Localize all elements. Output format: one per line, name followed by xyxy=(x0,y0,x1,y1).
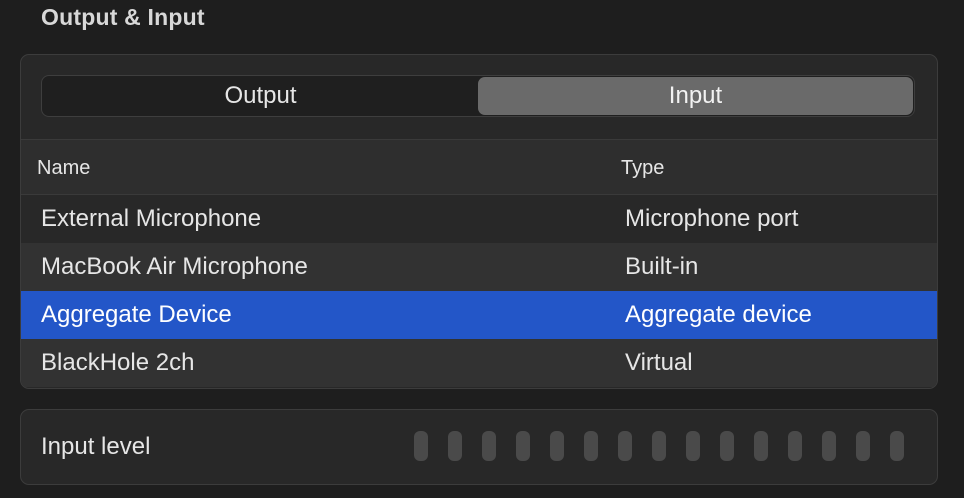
input-level-panel: Input level xyxy=(20,409,938,485)
level-meter-segment xyxy=(788,431,802,461)
level-meter-segment xyxy=(550,431,564,461)
device-name: BlackHole 2ch xyxy=(41,349,195,376)
level-meter-segment xyxy=(414,431,428,461)
level-meter-segment xyxy=(720,431,734,461)
device-type: Built-in xyxy=(625,253,699,280)
level-meter-segment xyxy=(652,431,666,461)
level-meter-segment xyxy=(822,431,836,461)
level-meter-segment xyxy=(856,431,870,461)
device-name: External Microphone xyxy=(41,205,262,232)
device-row-macbook-air-microphone[interactable]: MacBook Air Microphone Built-in xyxy=(21,243,937,291)
input-level-meter xyxy=(414,431,904,463)
column-header-type[interactable]: Type xyxy=(621,140,664,196)
level-meter-segment xyxy=(754,431,768,461)
device-type: Virtual xyxy=(625,349,693,376)
device-type: Microphone port xyxy=(625,205,799,232)
device-panel: Output Input Name Type External Micropho… xyxy=(20,54,938,389)
level-meter-segment xyxy=(618,431,632,461)
level-meter-segment xyxy=(686,431,700,461)
device-name: Aggregate Device xyxy=(41,301,232,328)
device-list: External Microphone Microphone port MacB… xyxy=(21,195,937,387)
level-meter-segment xyxy=(482,431,496,461)
section-title: Output & Input xyxy=(41,4,205,30)
tab-input[interactable]: Input xyxy=(478,77,913,115)
device-row-blackhole-2ch[interactable]: BlackHole 2ch Virtual xyxy=(21,339,937,387)
level-meter-segment xyxy=(890,431,904,461)
level-meter-segment xyxy=(516,431,530,461)
level-meter-segment xyxy=(584,431,598,461)
tab-output[interactable]: Output xyxy=(43,77,478,115)
column-header-name[interactable]: Name xyxy=(37,140,90,196)
table-header: Name Type xyxy=(21,139,937,195)
device-row-external-microphone[interactable]: External Microphone Microphone port xyxy=(21,195,937,243)
sound-settings-page: Output & Input Output Input Name Type Ex… xyxy=(0,0,964,498)
device-type: Aggregate device xyxy=(625,301,812,328)
level-meter-segment xyxy=(448,431,462,461)
device-row-aggregate-device[interactable]: Aggregate Device Aggregate device xyxy=(21,291,937,339)
output-input-segmented-control: Output Input xyxy=(41,75,915,117)
input-level-label: Input level xyxy=(41,433,151,460)
device-name: MacBook Air Microphone xyxy=(41,253,308,280)
